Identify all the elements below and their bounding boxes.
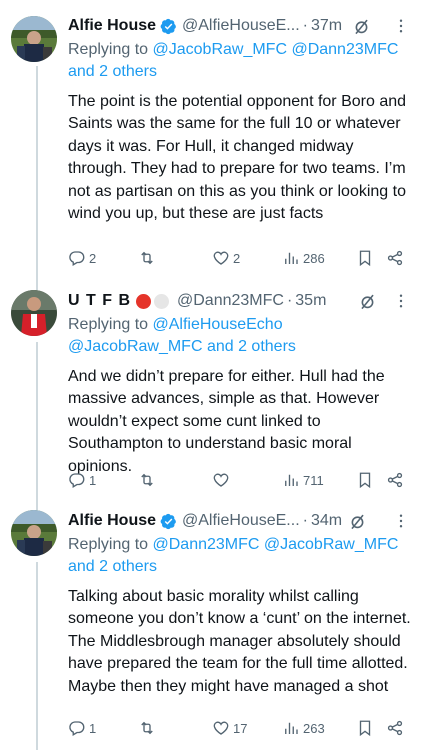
bookmark-button[interactable] xyxy=(356,248,374,268)
tweet-text: Talking about basic morality whilst call… xyxy=(68,588,411,695)
replying-mentions[interactable]: @JacobRaw_MFC @Dann23MFC xyxy=(153,41,399,58)
replying-to: Replying to @JacobRaw_MFC @Dann23MFC and… xyxy=(68,41,399,80)
retweet-icon xyxy=(141,473,153,487)
views-button[interactable]: 263 xyxy=(282,718,325,738)
analytics-icon xyxy=(285,474,298,486)
tweet-header: Alfie House @AlfieHouseE... · 37m xyxy=(68,15,414,37)
retweet-icon xyxy=(141,251,153,265)
analytics-icon xyxy=(285,722,298,734)
grok-icon[interactable] xyxy=(352,17,371,36)
more-options-icon[interactable] xyxy=(392,292,410,310)
like-button[interactable] xyxy=(212,470,233,490)
tweet-header: U T F B @Dann23MFC · 35m xyxy=(68,290,414,312)
more-options-icon[interactable] xyxy=(392,512,410,530)
handle[interactable]: @AlfieHouseE... xyxy=(182,512,300,530)
like-button[interactable]: 17 xyxy=(212,718,247,738)
thread-line xyxy=(36,562,38,750)
reply-button[interactable]: 2 xyxy=(68,248,96,268)
tweet-text: The point is the potential opponent for … xyxy=(68,93,407,223)
retweet-icon xyxy=(141,721,153,735)
thread-line xyxy=(36,66,38,290)
timestamp[interactable]: 35m xyxy=(295,292,326,310)
display-name[interactable]: Alfie House xyxy=(68,512,156,530)
display-name[interactable]: Alfie House xyxy=(68,17,156,35)
red-circle-emoji-icon xyxy=(136,293,151,309)
replying-others[interactable]: and 2 others xyxy=(68,63,157,80)
analytics-icon xyxy=(285,252,298,264)
bookmark-icon xyxy=(359,720,371,737)
verified-badge-icon xyxy=(160,18,176,34)
retweet-button[interactable] xyxy=(138,248,159,268)
share-icon xyxy=(387,472,403,488)
thread-line xyxy=(36,342,38,510)
retweet-button[interactable] xyxy=(138,470,159,490)
bookmark-icon xyxy=(359,472,371,489)
share-button[interactable] xyxy=(386,248,404,268)
replying-others[interactable]: and 2 others xyxy=(68,558,157,575)
avatar[interactable] xyxy=(11,510,57,556)
timestamp[interactable]: 37m xyxy=(311,17,342,35)
share-button[interactable] xyxy=(386,718,404,738)
white-circle-emoji-icon xyxy=(154,293,169,309)
handle[interactable]: @Dann23MFC xyxy=(177,292,284,310)
tweet-1[interactable]: Alfie House @AlfieHouseE... · 37m Replyi… xyxy=(0,0,422,290)
replying-mentions[interactable]: @Dann23MFC @JacobRaw_MFC xyxy=(153,536,399,553)
replying-mentions[interactable]: @AlfieHouseEcho xyxy=(153,316,283,333)
action-bar: 2 2 286 xyxy=(68,248,414,268)
avatar[interactable] xyxy=(11,290,57,336)
reply-icon xyxy=(69,721,85,736)
reply-icon xyxy=(69,473,85,488)
tweet-header: Alfie House @AlfieHouseE... · 34m xyxy=(68,510,414,532)
views-button[interactable]: 711 xyxy=(282,470,324,490)
replying-to: Replying to @Dann23MFC @JacobRaw_MFC and… xyxy=(68,536,399,575)
retweet-button[interactable] xyxy=(138,718,159,738)
bookmark-button[interactable] xyxy=(356,718,374,738)
like-button[interactable]: 2 xyxy=(212,248,240,268)
grok-icon[interactable] xyxy=(358,292,377,311)
timestamp[interactable]: 34m xyxy=(311,512,342,530)
share-icon xyxy=(387,720,403,736)
tweet-text: And we didn’t prepare for either. Hull h… xyxy=(68,368,385,475)
share-icon xyxy=(387,250,403,266)
bookmark-icon xyxy=(359,250,371,267)
views-button[interactable]: 286 xyxy=(282,248,325,268)
replying-others[interactable]: @JacobRaw_MFC and 2 others xyxy=(68,338,296,355)
heart-icon xyxy=(213,473,229,487)
more-options-icon[interactable] xyxy=(392,17,410,35)
share-button[interactable] xyxy=(386,470,404,490)
verified-badge-icon xyxy=(160,513,176,529)
heart-icon xyxy=(213,251,229,265)
grok-icon[interactable] xyxy=(348,512,367,531)
handle[interactable]: @AlfieHouseE... xyxy=(182,17,300,35)
tweet-3[interactable]: Alfie House @AlfieHouseE... · 34m Replyi… xyxy=(0,510,422,750)
reply-button[interactable]: 1 xyxy=(68,470,96,490)
bookmark-button[interactable] xyxy=(356,470,374,490)
reply-button[interactable]: 1 xyxy=(68,718,96,738)
avatar[interactable] xyxy=(11,16,57,62)
tweet-2[interactable]: U T F B @Dann23MFC · 35m Replying to @Al… xyxy=(0,290,422,510)
display-name[interactable]: U T F B xyxy=(68,292,131,310)
reply-icon xyxy=(69,251,85,266)
heart-icon xyxy=(213,721,229,735)
action-bar: 1 17 263 xyxy=(68,718,414,738)
action-bar: 1 711 xyxy=(68,470,414,490)
replying-to: Replying to @AlfieHouseEcho @JacobRaw_MF… xyxy=(68,316,296,355)
